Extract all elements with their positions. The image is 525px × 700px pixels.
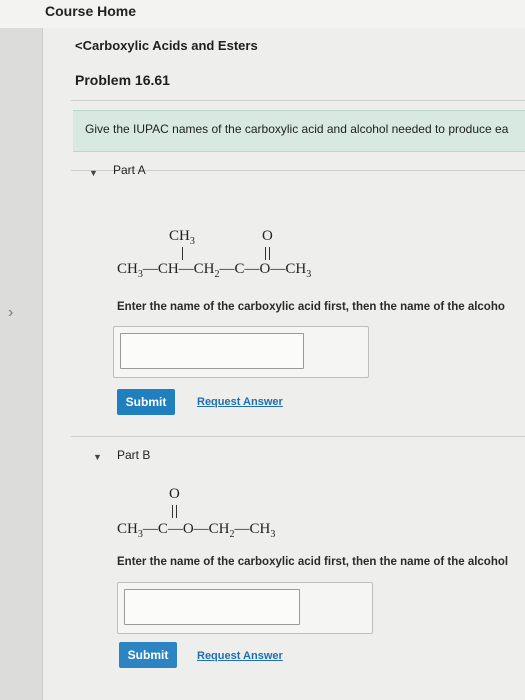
part-b-label[interactable]: Part B (117, 448, 150, 462)
part-a-structure: CH3 O CH3—CH—CH2—C—O—CH3 (117, 228, 377, 298)
problem-title: Problem 16.61 (75, 72, 170, 88)
part-b-submit-button[interactable]: Submit (119, 642, 177, 668)
caret-down-icon[interactable]: ▼ (89, 168, 98, 178)
part-a-answer-input[interactable] (120, 333, 304, 369)
part-a-request-answer-link[interactable]: Request Answer (197, 396, 283, 408)
double-bond-line (176, 505, 177, 518)
chevron-right-icon[interactable]: › (8, 304, 13, 322)
course-home-link[interactable]: Course Home (45, 3, 136, 19)
double-bond-line (265, 247, 266, 260)
part-a-label[interactable]: Part A (113, 163, 146, 177)
caret-down-icon[interactable]: ▼ (93, 452, 102, 462)
breadcrumb-label: Carboxylic Acids and Esters (82, 38, 258, 53)
double-bond-line (269, 247, 270, 260)
chevron-left-icon: < (75, 38, 83, 53)
branch-bond (182, 247, 183, 260)
instruction-panel: Give the IUPAC names of the carboxylic a… (73, 110, 525, 152)
part-b-prompt: Enter the name of the carboxylic acid fi… (117, 556, 509, 568)
part-a-prompt: Enter the name of the carboxylic acid fi… (117, 301, 505, 313)
divider (71, 436, 525, 437)
instruction-text: Give the IUPAC names of the carboxylic a… (85, 122, 509, 136)
part-b-structure: O CH3—C—O—CH2—CH3 (117, 486, 357, 556)
part-a-submit-button[interactable]: Submit (117, 389, 175, 415)
main-content: <Carboxylic Acids and Esters Problem 16.… (43, 28, 525, 700)
top-bar: Course Home (0, 0, 525, 29)
main-chain: CH3—C—O—CH2—CH3 (117, 521, 276, 540)
part-b-request-answer-link[interactable]: Request Answer (197, 650, 283, 662)
part-b-answer-input[interactable] (124, 589, 300, 625)
double-bond-line (172, 505, 173, 518)
main-chain: CH3—CH—CH2—C—O—CH3 (117, 261, 312, 280)
left-gutter: › (0, 28, 43, 700)
part-b-answer-box (117, 582, 373, 634)
carbonyl-oxygen: O (262, 228, 273, 244)
carbonyl-oxygen: O (169, 486, 180, 502)
part-a-answer-box (113, 326, 369, 378)
breadcrumb[interactable]: <Carboxylic Acids and Esters (75, 38, 258, 53)
divider (71, 100, 525, 101)
branch-ch3: CH3 (169, 228, 195, 247)
